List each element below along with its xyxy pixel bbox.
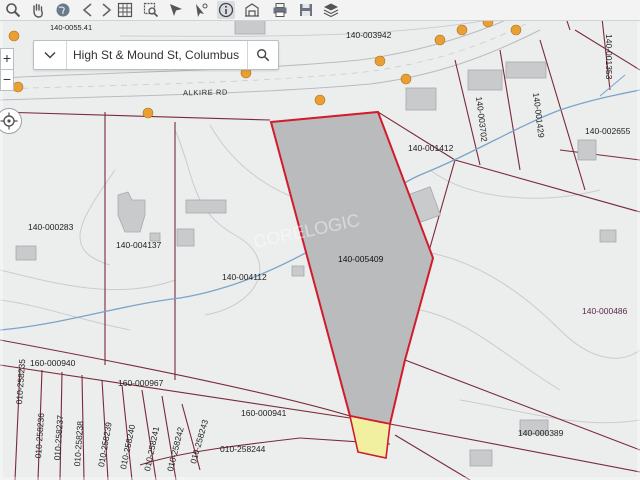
parcel-label[interactable]: 140-000389: [518, 428, 563, 438]
box-zoom-icon: [143, 2, 159, 18]
parcel-label[interactable]: 140-004137: [116, 240, 161, 250]
back-arrow-icon: [82, 3, 92, 17]
measure-tool[interactable]: [192, 1, 210, 19]
search-type-dropdown[interactable]: [34, 41, 67, 69]
parcel-label[interactable]: 160-000941: [241, 408, 286, 418]
export-tool[interactable]: [297, 1, 315, 19]
search-icon: [257, 49, 270, 62]
pointer-icon: [170, 4, 182, 16]
identify-tool[interactable]: [217, 1, 235, 19]
grid-select-icon: [117, 2, 133, 18]
parcel-label[interactable]: 140-000486: [582, 306, 627, 316]
zoom-box-tool[interactable]: [142, 1, 160, 19]
road-label: ALKIRE RD: [182, 87, 229, 98]
property-tool[interactable]: [243, 1, 261, 19]
building-icon: [245, 3, 259, 17]
parcel-label[interactable]: 140-004112: [222, 272, 267, 282]
info-icon: [218, 2, 234, 18]
search-input[interactable]: [67, 41, 247, 69]
next-extent-tool[interactable]: [97, 1, 115, 19]
parcel-label[interactable]: 140-001353: [604, 34, 614, 79]
zoom-out-button[interactable]: −: [0, 69, 14, 91]
parcel-label[interactable]: 140-002655: [585, 126, 630, 136]
print-tool[interactable]: [271, 1, 289, 19]
pan-tool[interactable]: [29, 1, 47, 19]
save-icon: [300, 4, 312, 16]
crosshair-icon: [0, 112, 18, 130]
hand-icon: [33, 3, 43, 18]
zoom-in-button[interactable]: +: [0, 48, 14, 70]
forward-arrow-icon: [102, 3, 112, 17]
magnifier-icon: [6, 3, 21, 18]
parcel-label[interactable]: 140-001412: [408, 143, 453, 153]
layers-icon: [323, 3, 339, 18]
parcel-label[interactable]: 010-258244: [220, 444, 265, 454]
zoom-tool[interactable]: [4, 1, 22, 19]
search-button[interactable]: [247, 41, 278, 69]
selected-parcel-label[interactable]: 140-005409: [338, 254, 383, 264]
full-extent-tool[interactable]: [54, 1, 72, 19]
layers-tool[interactable]: [322, 1, 340, 19]
select-tool[interactable]: [116, 1, 134, 19]
address-search: [33, 40, 279, 70]
parcel-label[interactable]: 140-003942: [346, 30, 391, 40]
chevron-down-icon: [44, 51, 56, 59]
parcel-label[interactable]: 140-000283: [28, 222, 73, 232]
parcel-label[interactable]: 140-0055.41: [50, 23, 92, 32]
parcel-map[interactable]: CORELOGIC: [0, 0, 640, 480]
printer-icon: [273, 3, 287, 17]
map-view[interactable]: CORELOGIC 140-003942 140-000283 140-0041…: [0, 0, 640, 480]
locate-tool[interactable]: [167, 1, 185, 19]
globe-icon: [56, 3, 70, 17]
map-toolbar: [0, 0, 640, 21]
parcel-label[interactable]: 160-000940: [30, 358, 75, 368]
arrow-pointer-icon: [196, 3, 208, 17]
previous-extent-tool[interactable]: [79, 1, 97, 19]
parcel-label[interactable]: 160-000967: [118, 378, 163, 388]
